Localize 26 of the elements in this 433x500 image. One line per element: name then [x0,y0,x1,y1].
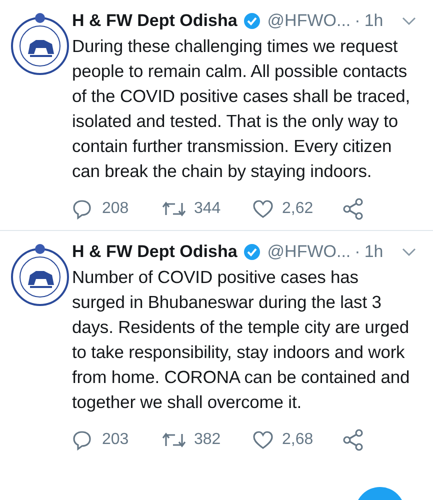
author-name[interactable]: H & FW Dept Odisha [72,11,238,31]
retweet-count: 382 [194,431,221,449]
reply-icon[interactable] [72,198,94,220]
chevron-down-icon[interactable] [401,16,418,26]
like-count: 2,68 [282,431,314,449]
author-handle[interactable]: @HFWO... [267,11,351,31]
emblem-avatar-icon[interactable] [8,241,72,307]
heart-icon[interactable] [252,429,274,451]
share-icon[interactable] [342,198,364,220]
author-name[interactable]: H & FW Dept Odisha [72,242,238,262]
tweet-text: During these challenging times we request people to remain calm. All possible contacts of the COVID positive cases shall be traced, isolated and tested. That is the only way to contain further transmission. Every citizen can break the chain by staying indoors. [72,35,411,183]
separator-dot: · [354,242,360,262]
chevron-down-icon[interactable] [401,247,418,257]
emblem-avatar-icon[interactable] [8,10,72,76]
tweet-text: Number of COVID positive cases has surged in Bhubaneswar during the last 3 days. Residents of the temple city are urged to take responsibility, stay indoors and work from home. CORONA can be contained and together we shall overcome it. [72,266,411,414]
reply-count: 203 [102,431,129,449]
tweet-time: 1h [364,11,384,31]
share-icon[interactable] [342,429,364,451]
reply-icon[interactable] [72,429,94,451]
reply-count: 208 [102,200,129,218]
tweet-time: 1h [364,242,384,262]
heart-icon[interactable] [252,198,274,220]
retweet-count: 344 [194,200,221,218]
like-count: 2,62 [282,200,314,218]
separator-dot: · [354,11,360,31]
author-handle[interactable]: @HFWO... [267,242,351,262]
